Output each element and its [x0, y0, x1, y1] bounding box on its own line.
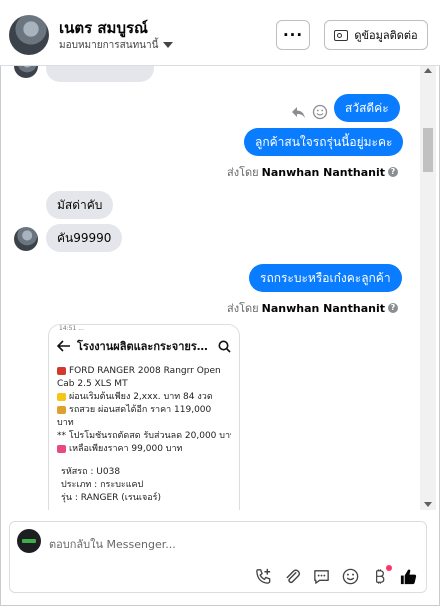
post-line: ประเภท : กระบะแคป: [61, 480, 144, 490]
post-line: FORD RANGER 2008 Rangrr Open: [57, 365, 231, 378]
chevron-down-icon: [163, 42, 174, 48]
car-emoji-icon: [57, 366, 66, 375]
attach-icon[interactable]: [283, 567, 302, 586]
thumbs-up-icon[interactable]: [399, 567, 418, 586]
message-thread[interactable]: สวัสดีค่ะ ลูกค้าสนใจรถรุ่นนี้อยู่มะคะ ส่…: [0, 66, 420, 510]
back-arrow-icon: [57, 340, 70, 352]
info-icon[interactable]: ?: [388, 167, 398, 177]
image-status-bar: 14:51 ...: [49, 325, 239, 333]
sparkles-emoji-icon: [57, 392, 66, 401]
post-line: เหลือเพียงราคา 99,000 บาท: [57, 443, 231, 456]
image-page-title: โรงงานผลิตและกระจายรถย...: [77, 340, 212, 353]
contact-avatar[interactable]: [9, 15, 49, 55]
outgoing-message[interactable]: สวัสดีค่ะ: [334, 94, 400, 122]
outgoing-message[interactable]: รถกระบะหรือเก๋งคะลูกค้า: [249, 264, 402, 292]
page-avatar: [17, 529, 41, 553]
scroll-down-arrow-icon[interactable]: [424, 502, 432, 507]
reply-composer[interactable]: ตอบกลับใน Messenger...: [9, 521, 427, 593]
sent-by-prefix: ส่งโดย: [227, 302, 259, 315]
post-line: รหัสรถ : U038: [61, 467, 121, 477]
more-icon: ···: [282, 26, 304, 44]
incoming-message[interactable]: มัสด่าคับ: [46, 191, 114, 219]
reply-input[interactable]: ตอบกลับใน Messenger...: [49, 535, 176, 553]
message-actions: [290, 104, 328, 120]
emoji-icon[interactable]: [341, 567, 360, 586]
conversation-header: เนตร สมบูรณ์ มอบหมายการสนทนานี้ ··· ดูข้…: [0, 0, 440, 66]
sent-by-label: ส่งโดย Nanwhan Nanthanit ?: [227, 299, 398, 317]
clipped-incoming-message: [46, 66, 154, 82]
sent-by-label: ส่งโดย Nanwhan Nanthanit ?: [227, 163, 398, 181]
post-spacer: [57, 456, 231, 466]
search-icon: [218, 340, 231, 353]
post-line-text: FORD RANGER 2008 Rangrr Open: [69, 366, 221, 376]
bitcoin-button[interactable]: [370, 565, 392, 586]
post-line: บาท: [57, 418, 74, 428]
info-icon[interactable]: ?: [388, 303, 398, 313]
post-line: Cab 2.5 XLS MT: [57, 379, 128, 389]
composer-toolbar: [254, 565, 418, 586]
sender-name[interactable]: Nanwhan Nanthanit: [262, 302, 385, 315]
scrollbar-thumb[interactable]: [423, 128, 433, 172]
assign-label: มอบหมายการสนทนานี้: [59, 40, 159, 51]
post-line: ผ่อนเริ่มต้นเพียง 2,xxx. บาท 84 งวด: [57, 391, 231, 404]
view-contact-details-label: ดูข้อมูลติดต่อ: [354, 29, 418, 42]
image-post-text: FORD RANGER 2008 Rangrr Open Cab 2.5 XLS…: [49, 359, 239, 505]
add-phone-icon[interactable]: [254, 567, 273, 586]
post-line: รุ่น : RANGER (เรนเจอร์): [61, 493, 161, 503]
chat-bubble-icon[interactable]: [312, 567, 331, 586]
scroll-up-arrow-icon[interactable]: [424, 68, 432, 73]
post-line: รถสวย ผ่อนสดได้อีก ราคา 119,000: [57, 404, 231, 417]
contact-card-icon: [334, 29, 349, 41]
image-page-header: โรงงานผลิตและกระจายรถย...: [49, 333, 239, 359]
assign-conversation-dropdown[interactable]: มอบหมายการสนทนานี้: [59, 38, 174, 53]
more-options-button[interactable]: ···: [276, 20, 310, 50]
sent-by-prefix: ส่งโดย: [227, 166, 259, 179]
post-line-text: เหลือเพียงราคา 99,000 บาท: [69, 444, 183, 454]
contact-name[interactable]: เนตร สมบูรณ์: [59, 16, 148, 40]
shared-screenshot-image[interactable]: 14:51 ... โรงงานผลิตและกระจายรถย... FORD…: [48, 324, 240, 510]
reply-icon[interactable]: [290, 104, 306, 120]
money-emoji-icon: [57, 405, 66, 414]
react-emoji-icon[interactable]: [312, 104, 328, 120]
contact-avatar-small: [14, 227, 38, 251]
sender-name[interactable]: Nanwhan Nanthanit: [262, 166, 385, 179]
ribbon-emoji-icon: [57, 444, 66, 453]
post-line-text: ผ่อนเริ่มต้นเพียง 2,xxx. บาท 84 งวด: [69, 392, 213, 402]
contact-avatar-small: [14, 66, 38, 78]
incoming-message[interactable]: คัน99990: [46, 224, 123, 252]
post-line-text: รถสวย ผ่อนสดได้อีก ราคา 119,000: [69, 405, 212, 415]
post-line: ** โปรโมชั่นรถตัดสด รับส่วนลด 20,000 บาท: [57, 431, 231, 441]
outgoing-message[interactable]: ลูกค้าสนใจรถรุ่นนี้อยู่มะคะ: [244, 128, 404, 156]
notification-dot: [386, 565, 392, 571]
thread-scrollbar[interactable]: [420, 66, 436, 510]
view-contact-details-button[interactable]: ดูข้อมูลติดต่อ: [324, 20, 428, 50]
